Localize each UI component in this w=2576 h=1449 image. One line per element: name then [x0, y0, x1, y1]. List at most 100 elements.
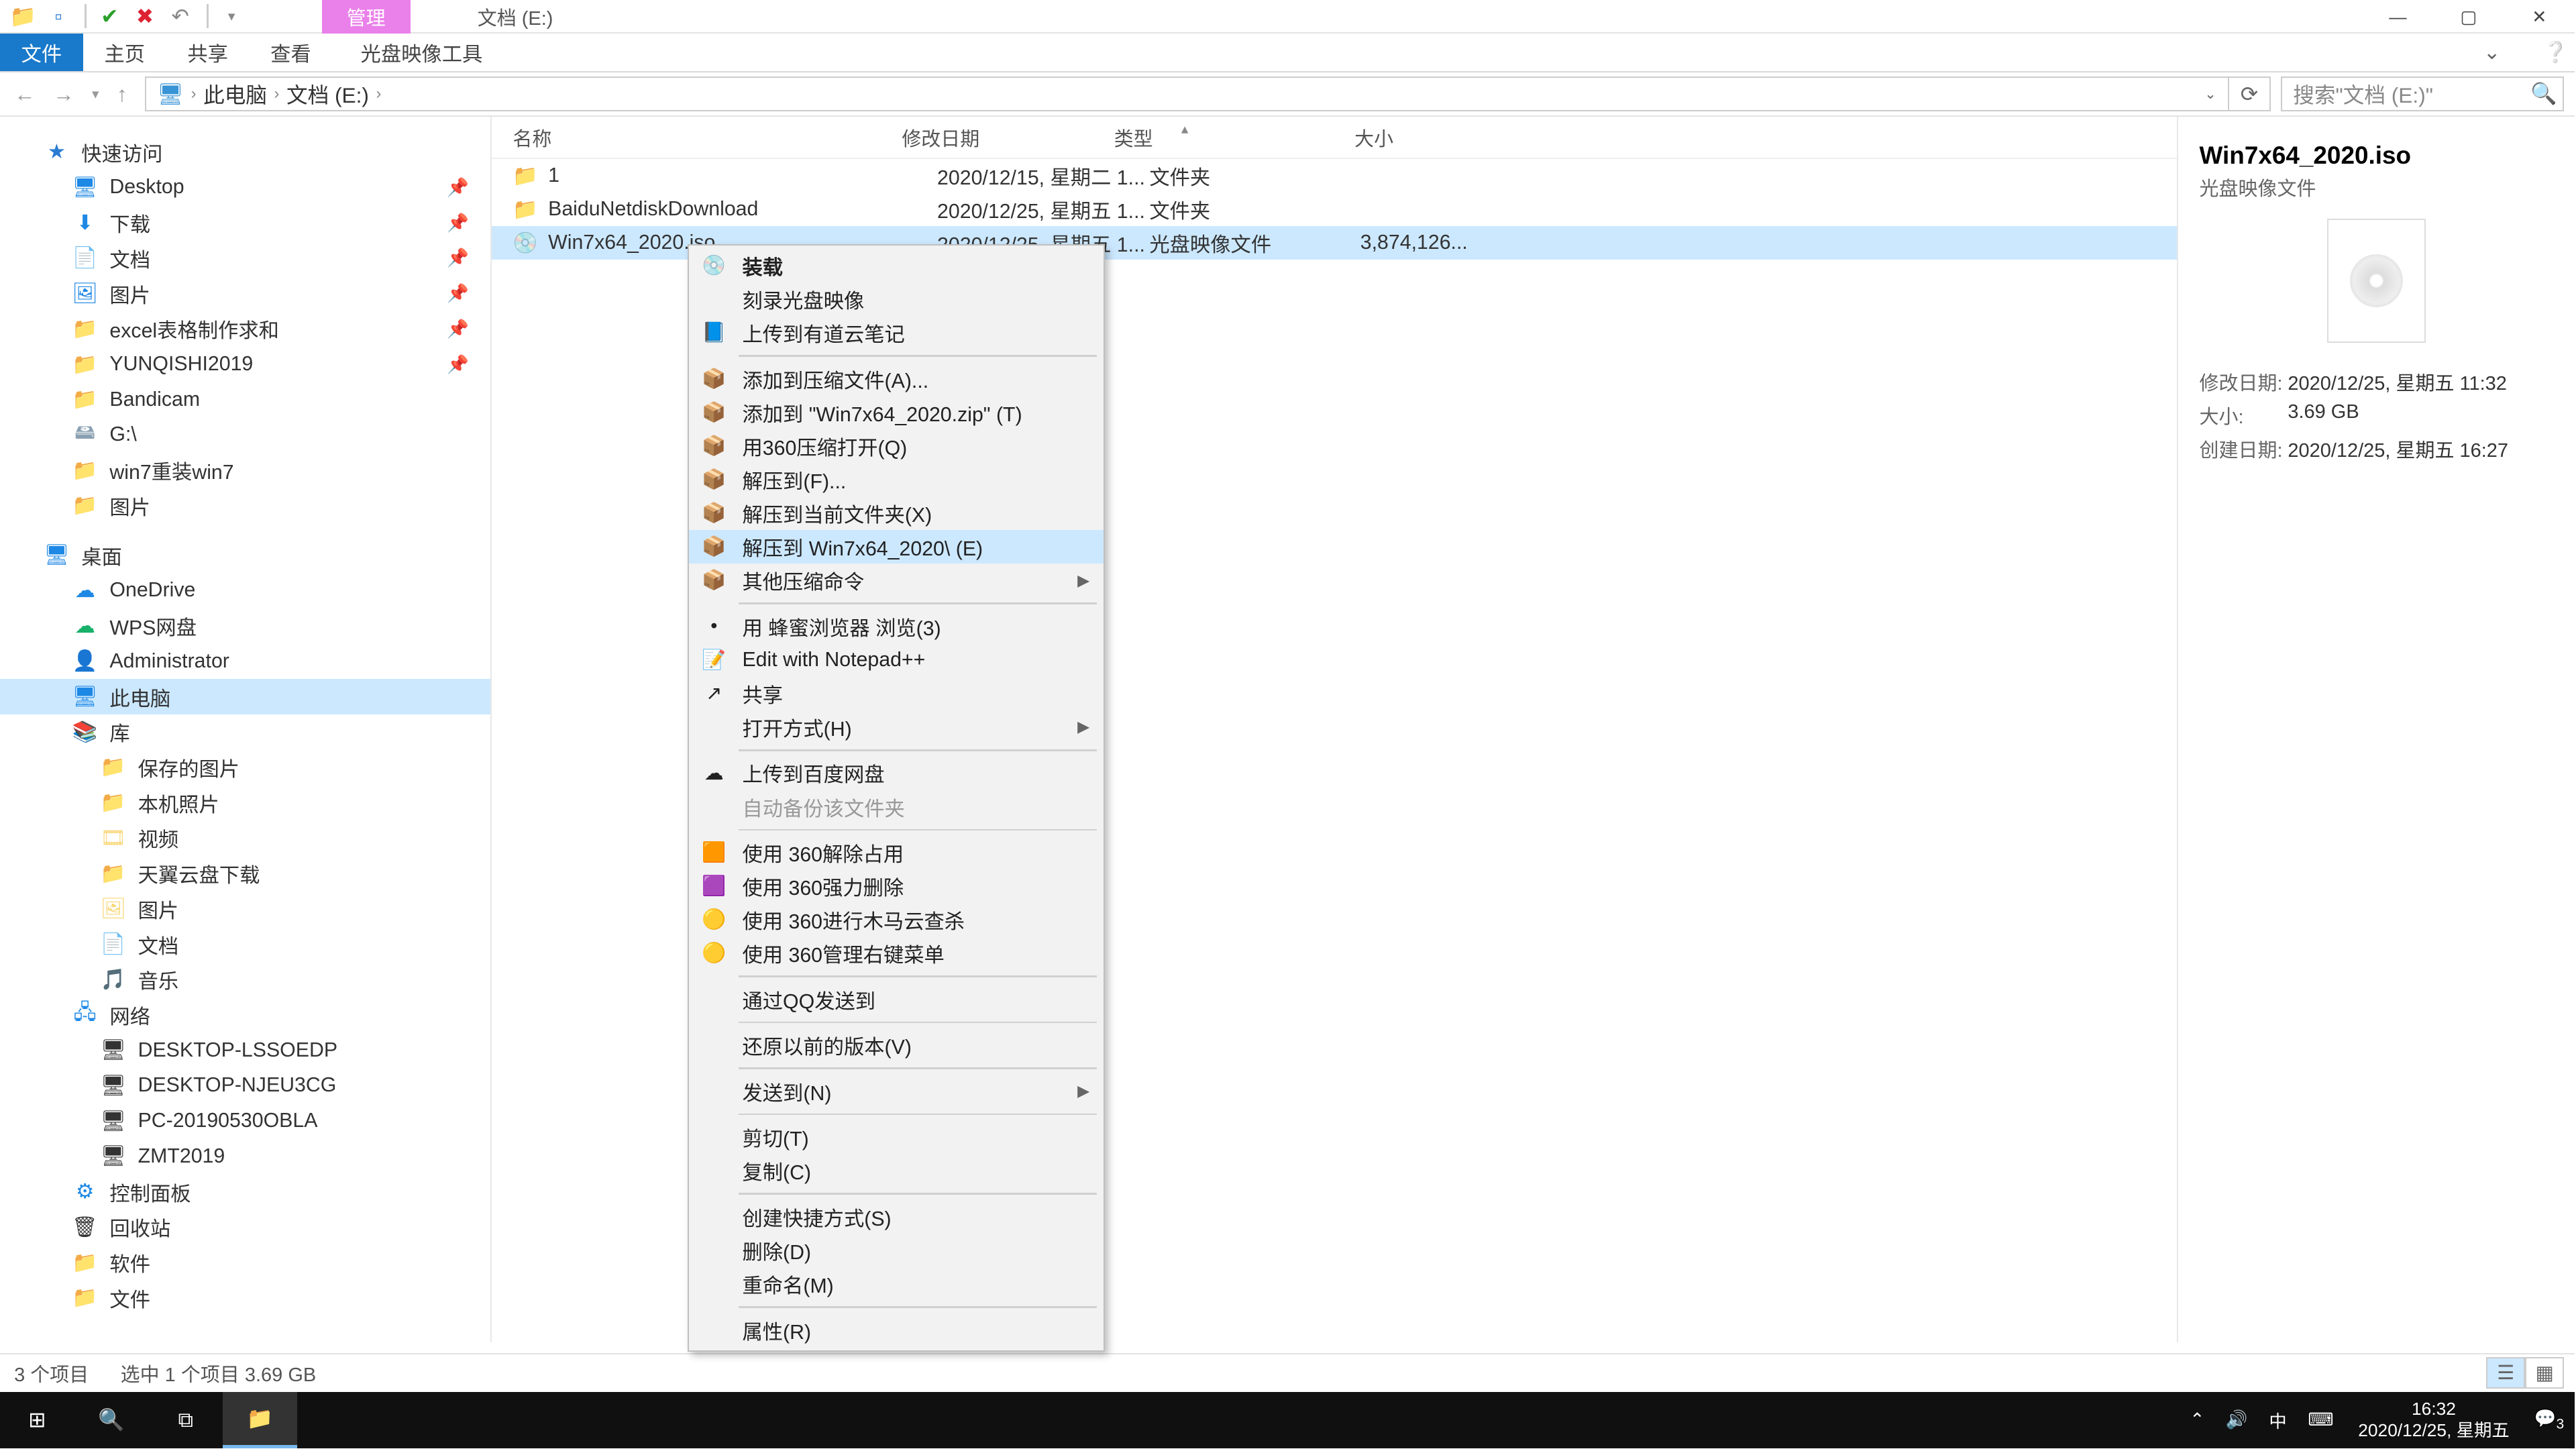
search-button[interactable]: 🔍: [74, 1392, 149, 1448]
nav-lib-item[interactable]: 📁本机照片: [0, 785, 490, 820]
nav-recycle-bin[interactable]: 🗑回收站: [0, 1210, 490, 1245]
check-icon[interactable]: ✔: [94, 2, 125, 30]
col-date[interactable]: 修改日期: [881, 123, 1093, 152]
nav-quick-access[interactable]: ★快速访问: [0, 134, 490, 170]
context-menu-item[interactable]: 📦解压到(F)...: [689, 463, 1104, 496]
context-menu-item[interactable]: 📦添加到压缩文件(A)...: [689, 362, 1104, 396]
nav-quick-item[interactable]: 📁图片: [0, 488, 490, 524]
tab-share[interactable]: 共享: [166, 34, 250, 71]
context-menu-item[interactable]: 📘上传到有道云笔记: [689, 316, 1104, 350]
nav-item[interactable]: 👤Administrator: [0, 643, 490, 679]
dropdown-icon[interactable]: ▾: [215, 2, 247, 30]
file-row[interactable]: 📁 BaiduNetdiskDownload 2020/12/25, 星期五 1…: [492, 193, 2177, 226]
context-menu-item[interactable]: 刻录光盘映像: [689, 282, 1104, 316]
context-menu-item[interactable]: 🟧使用 360解除占用: [689, 836, 1104, 869]
nav-quick-item[interactable]: 📁excel表格制作求和📌: [0, 311, 490, 347]
undo-icon[interactable]: ↶: [164, 2, 196, 30]
delete-icon[interactable]: ✖: [129, 2, 160, 30]
context-menu-item[interactable]: 🟪使用 360强力删除: [689, 869, 1104, 903]
volume-icon[interactable]: 🔊: [2215, 1409, 2258, 1430]
search-icon[interactable]: 🔍: [2530, 81, 2557, 106]
address-dropdown-icon[interactable]: ⌄: [2193, 76, 2229, 112]
context-menu-item[interactable]: 还原以前的版本(V): [689, 1028, 1104, 1062]
nav-back-icon[interactable]: ←: [14, 82, 36, 107]
save-icon[interactable]: ▫: [42, 2, 74, 30]
nav-network[interactable]: 🖧网络: [0, 998, 490, 1033]
context-menu-item[interactable]: ☁上传到百度网盘: [689, 756, 1104, 790]
tab-iso-tools[interactable]: 光盘映像工具: [339, 34, 504, 71]
nav-lib-item[interactable]: 📁保存的图片: [0, 750, 490, 786]
context-menu-item[interactable]: ↗共享: [689, 677, 1104, 710]
tab-file[interactable]: 文件: [0, 34, 83, 71]
nav-forward-icon[interactable]: →: [53, 82, 74, 107]
breadcrumb[interactable]: 🖥 › 此电脑 › 文档 (E:) ›: [145, 76, 2193, 112]
tab-home[interactable]: 主页: [83, 34, 166, 71]
minimize-button[interactable]: —: [2363, 0, 2433, 34]
context-menu-item[interactable]: 🟡使用 360进行木马云查杀: [689, 903, 1104, 936]
nav-this-pc[interactable]: 🖥此电脑: [0, 679, 490, 714]
details-view-button[interactable]: ☰: [2486, 1357, 2525, 1389]
tab-view[interactable]: 查看: [250, 34, 333, 71]
close-button[interactable]: ✕: [2504, 0, 2575, 34]
start-button[interactable]: ⊞: [0, 1392, 74, 1448]
explorer-taskbar-icon[interactable]: 📁: [223, 1392, 297, 1448]
context-menu-item[interactable]: 📦解压到当前文件夹(X): [689, 496, 1104, 530]
context-menu-item[interactable]: 📦用360压缩打开(Q): [689, 429, 1104, 463]
context-menu-item[interactable]: 属性(R): [689, 1313, 1104, 1347]
nav-libraries[interactable]: 📚库: [0, 714, 490, 750]
nav-item[interactable]: ☁OneDrive: [0, 573, 490, 608]
breadcrumb-pc[interactable]: 此电脑: [203, 78, 267, 109]
nav-history-icon[interactable]: ▾: [92, 85, 99, 103]
nav-lib-item[interactable]: 🎞视频: [0, 820, 490, 856]
help-icon[interactable]: ❔: [2522, 34, 2575, 71]
context-menu-item[interactable]: 📦解压到 Win7x64_2020\ (E): [689, 530, 1104, 564]
clock[interactable]: 16:32 2020/12/25, 星期五: [2344, 1399, 2524, 1441]
nav-quick-item[interactable]: 📄文档📌: [0, 240, 490, 276]
nav-item[interactable]: 📁文件: [0, 1280, 490, 1316]
icons-view-button[interactable]: ▦: [2525, 1357, 2564, 1389]
nav-desktop[interactable]: 🖥桌面: [0, 537, 490, 573]
nav-net-item[interactable]: 🖥DESKTOP-NJEU3CG: [0, 1068, 490, 1104]
action-center-icon[interactable]: 💬3: [2524, 1408, 2575, 1432]
context-menu-item[interactable]: 🟡使用 360管理右键菜单: [689, 936, 1104, 970]
nav-net-item[interactable]: 🖥PC-20190530OBLA: [0, 1104, 490, 1139]
nav-lib-item[interactable]: 📁天翼云盘下载: [0, 856, 490, 892]
context-menu-item[interactable]: 📦其他压缩命令▶: [689, 564, 1104, 597]
nav-quick-item[interactable]: 🖴G:\: [0, 417, 490, 453]
breadcrumb-folder[interactable]: 文档 (E:): [286, 78, 369, 109]
context-menu-item[interactable]: 📝Edit with Notepad++: [689, 643, 1104, 677]
col-name[interactable]: 名称: [492, 123, 881, 152]
nav-item[interactable]: ☁WPS网盘: [0, 608, 490, 644]
nav-item[interactable]: 📁软件: [0, 1245, 490, 1281]
file-row[interactable]: 📁 1 2020/12/15, 星期二 1... 文件夹: [492, 159, 2177, 193]
context-menu-item[interactable]: •用 蜂蜜浏览器 浏览(3): [689, 610, 1104, 643]
context-menu-item[interactable]: 📦添加到 "Win7x64_2020.zip" (T): [689, 396, 1104, 429]
context-menu-item[interactable]: 发送到(N)▶: [689, 1075, 1104, 1108]
nav-control-panel[interactable]: ⚙控制面板: [0, 1174, 490, 1210]
nav-quick-item[interactable]: 🖥Desktop📌: [0, 170, 490, 205]
nav-quick-item[interactable]: 📁win7重装win7: [0, 453, 490, 488]
nav-net-item[interactable]: 🖥ZMT2019: [0, 1139, 490, 1175]
context-menu-item[interactable]: 剪切(T): [689, 1120, 1104, 1154]
nav-lib-item[interactable]: 🖼图片: [0, 892, 490, 927]
context-menu-item[interactable]: 删除(D): [689, 1234, 1104, 1267]
nav-net-item[interactable]: 🖥DESKTOP-LSSOEDP: [0, 1032, 490, 1068]
nav-quick-item[interactable]: ⬇下载📌: [0, 205, 490, 241]
context-menu-item[interactable]: 💿装载: [689, 249, 1104, 282]
refresh-icon[interactable]: ⟳: [2228, 76, 2270, 112]
ime-icon[interactable]: ⌨: [2298, 1409, 2345, 1430]
maximize-button[interactable]: ▢: [2433, 0, 2504, 34]
ribbon-expand-icon[interactable]: ⌄: [2462, 34, 2522, 71]
nav-quick-item[interactable]: 🖼图片📌: [0, 276, 490, 311]
context-menu-item[interactable]: 重命名(M): [689, 1267, 1104, 1301]
nav-lib-item[interactable]: 📄文档: [0, 926, 490, 962]
task-view-button[interactable]: ⧉: [148, 1392, 223, 1448]
search-input[interactable]: 搜索"文档 (E:)": [2281, 76, 2564, 112]
context-menu-item[interactable]: 打开方式(H)▶: [689, 710, 1104, 744]
context-menu-item[interactable]: 创建快捷方式(S): [689, 1200, 1104, 1234]
context-menu-item[interactable]: 通过QQ发送到: [689, 983, 1104, 1016]
nav-up-icon[interactable]: ↑: [117, 82, 127, 107]
folder-icon[interactable]: 📁: [7, 2, 39, 30]
nav-quick-item[interactable]: 📁Bandicam: [0, 382, 490, 417]
context-menu-item[interactable]: 复制(C): [689, 1154, 1104, 1187]
